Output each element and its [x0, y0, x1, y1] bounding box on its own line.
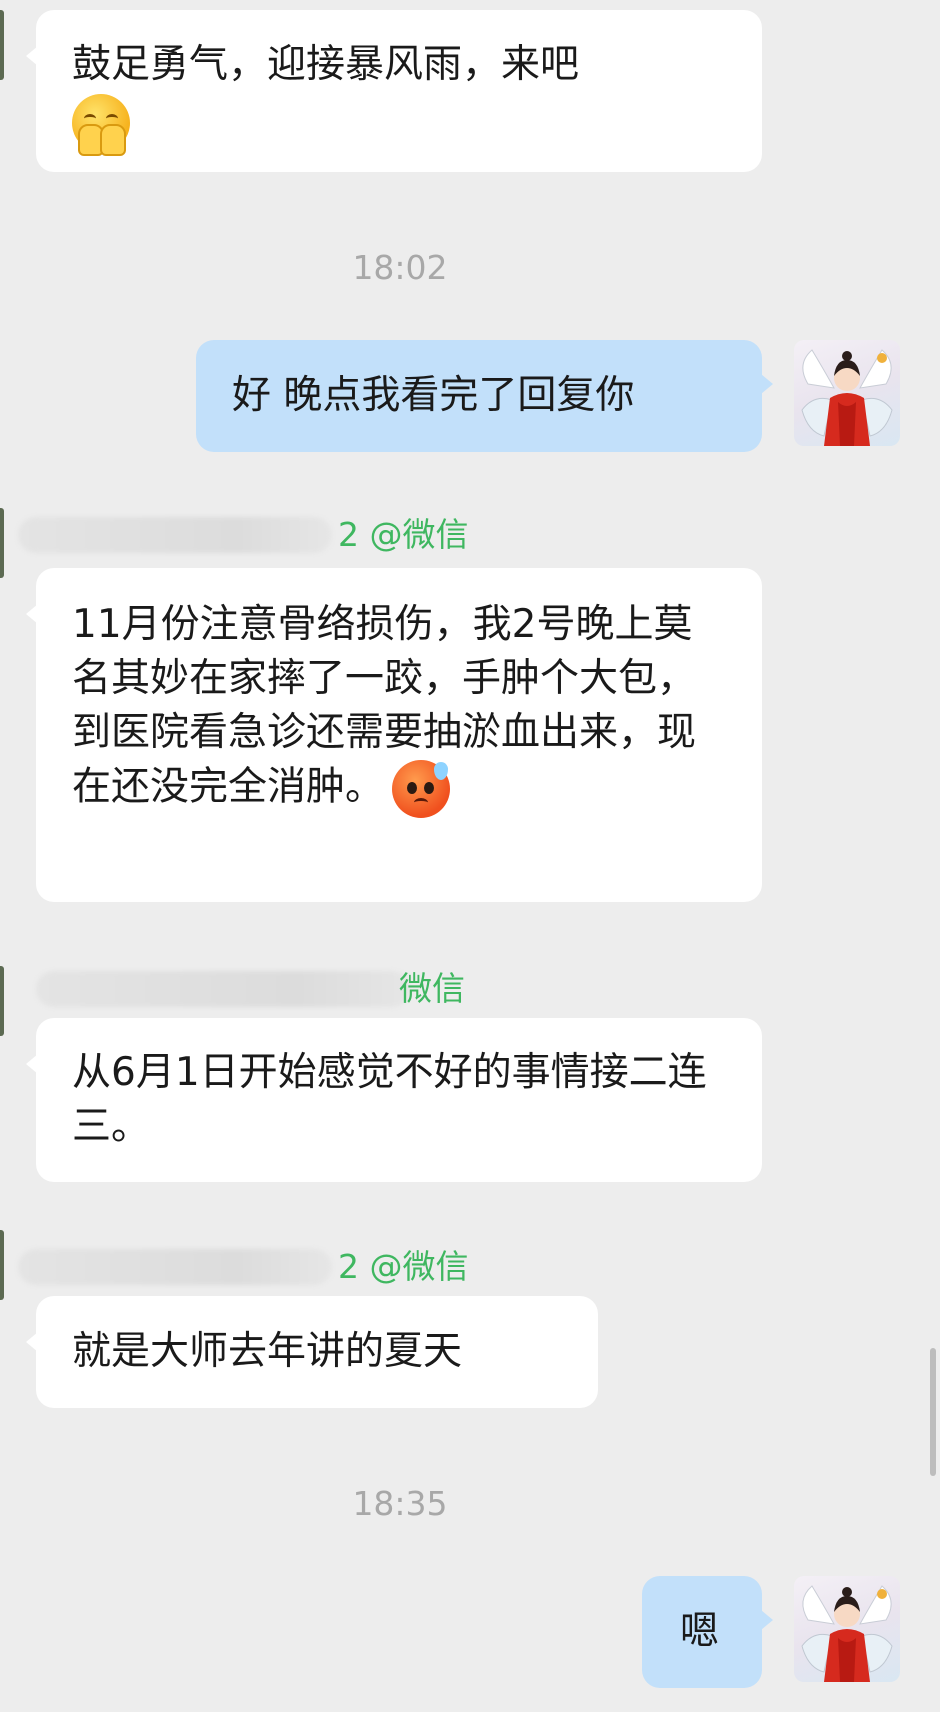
angel-figure-icon — [801, 349, 893, 446]
sender-wechat-tag: 2 @微信 — [338, 515, 469, 554]
message-text: 从6月1日开始感觉不好的事情接二连三。 — [72, 1050, 707, 1149]
sender-name: 微信 — [18, 968, 465, 1010]
outgoing-message-bubble[interactable]: 嗯 — [642, 1576, 773, 1688]
sweat-face-emoji — [392, 760, 451, 818]
message-text: 鼓足勇气，迎接暴风雨，来吧 — [72, 42, 580, 87]
angel-figure-icon — [801, 1585, 893, 1682]
timestamp: 18:02 — [352, 248, 448, 287]
incoming-message-bubble[interactable]: 鼓足勇气，迎接暴风雨，来吧 — [26, 10, 762, 172]
message-text: 11月份注意骨络损伤，我2号晚上莫名其妙在家摔了一跤，手肿个大包，到医院看急诊还… — [72, 602, 697, 810]
cropped-avatar-edge — [0, 966, 4, 1036]
sender-wechat-tag: 2 @微信 — [338, 1247, 469, 1286]
cropped-avatar-edge — [0, 10, 4, 80]
message-text: 嗯 — [680, 1609, 720, 1654]
message-text: 就是大师去年讲的夏天 — [72, 1329, 463, 1374]
avatar[interactable] — [794, 340, 900, 446]
scrollbar[interactable] — [930, 1348, 936, 1476]
hands-over-mouth-emoji — [72, 94, 130, 156]
cropped-avatar-edge — [0, 1230, 4, 1300]
avatar[interactable] — [794, 1576, 900, 1682]
incoming-message-bubble[interactable]: 11月份注意骨络损伤，我2号晚上莫名其妙在家摔了一跤，手肿个大包，到医院看急诊还… — [26, 568, 762, 902]
incoming-message-bubble[interactable]: 从6月1日开始感觉不好的事情接二连三。 — [26, 1018, 762, 1182]
sender-wechat-tag: 微信 — [399, 969, 465, 1008]
timestamp: 18:35 — [352, 1484, 448, 1523]
sender-name: 2 @微信 — [18, 514, 469, 556]
incoming-message-bubble[interactable]: 就是大师去年讲的夏天 — [26, 1296, 598, 1408]
sender-name: 2 @微信 — [18, 1246, 469, 1288]
message-text: 好 晚点我看完了回复你 — [232, 373, 635, 418]
outgoing-message-bubble[interactable]: 好 晚点我看完了回复你 — [196, 340, 773, 452]
cropped-avatar-edge — [0, 508, 4, 578]
chat-message-list[interactable]: 鼓足勇气，迎接暴风雨，来吧 18:02 好 晚点我看完了回复你 2 @微信 11… — [0, 0, 940, 1712]
